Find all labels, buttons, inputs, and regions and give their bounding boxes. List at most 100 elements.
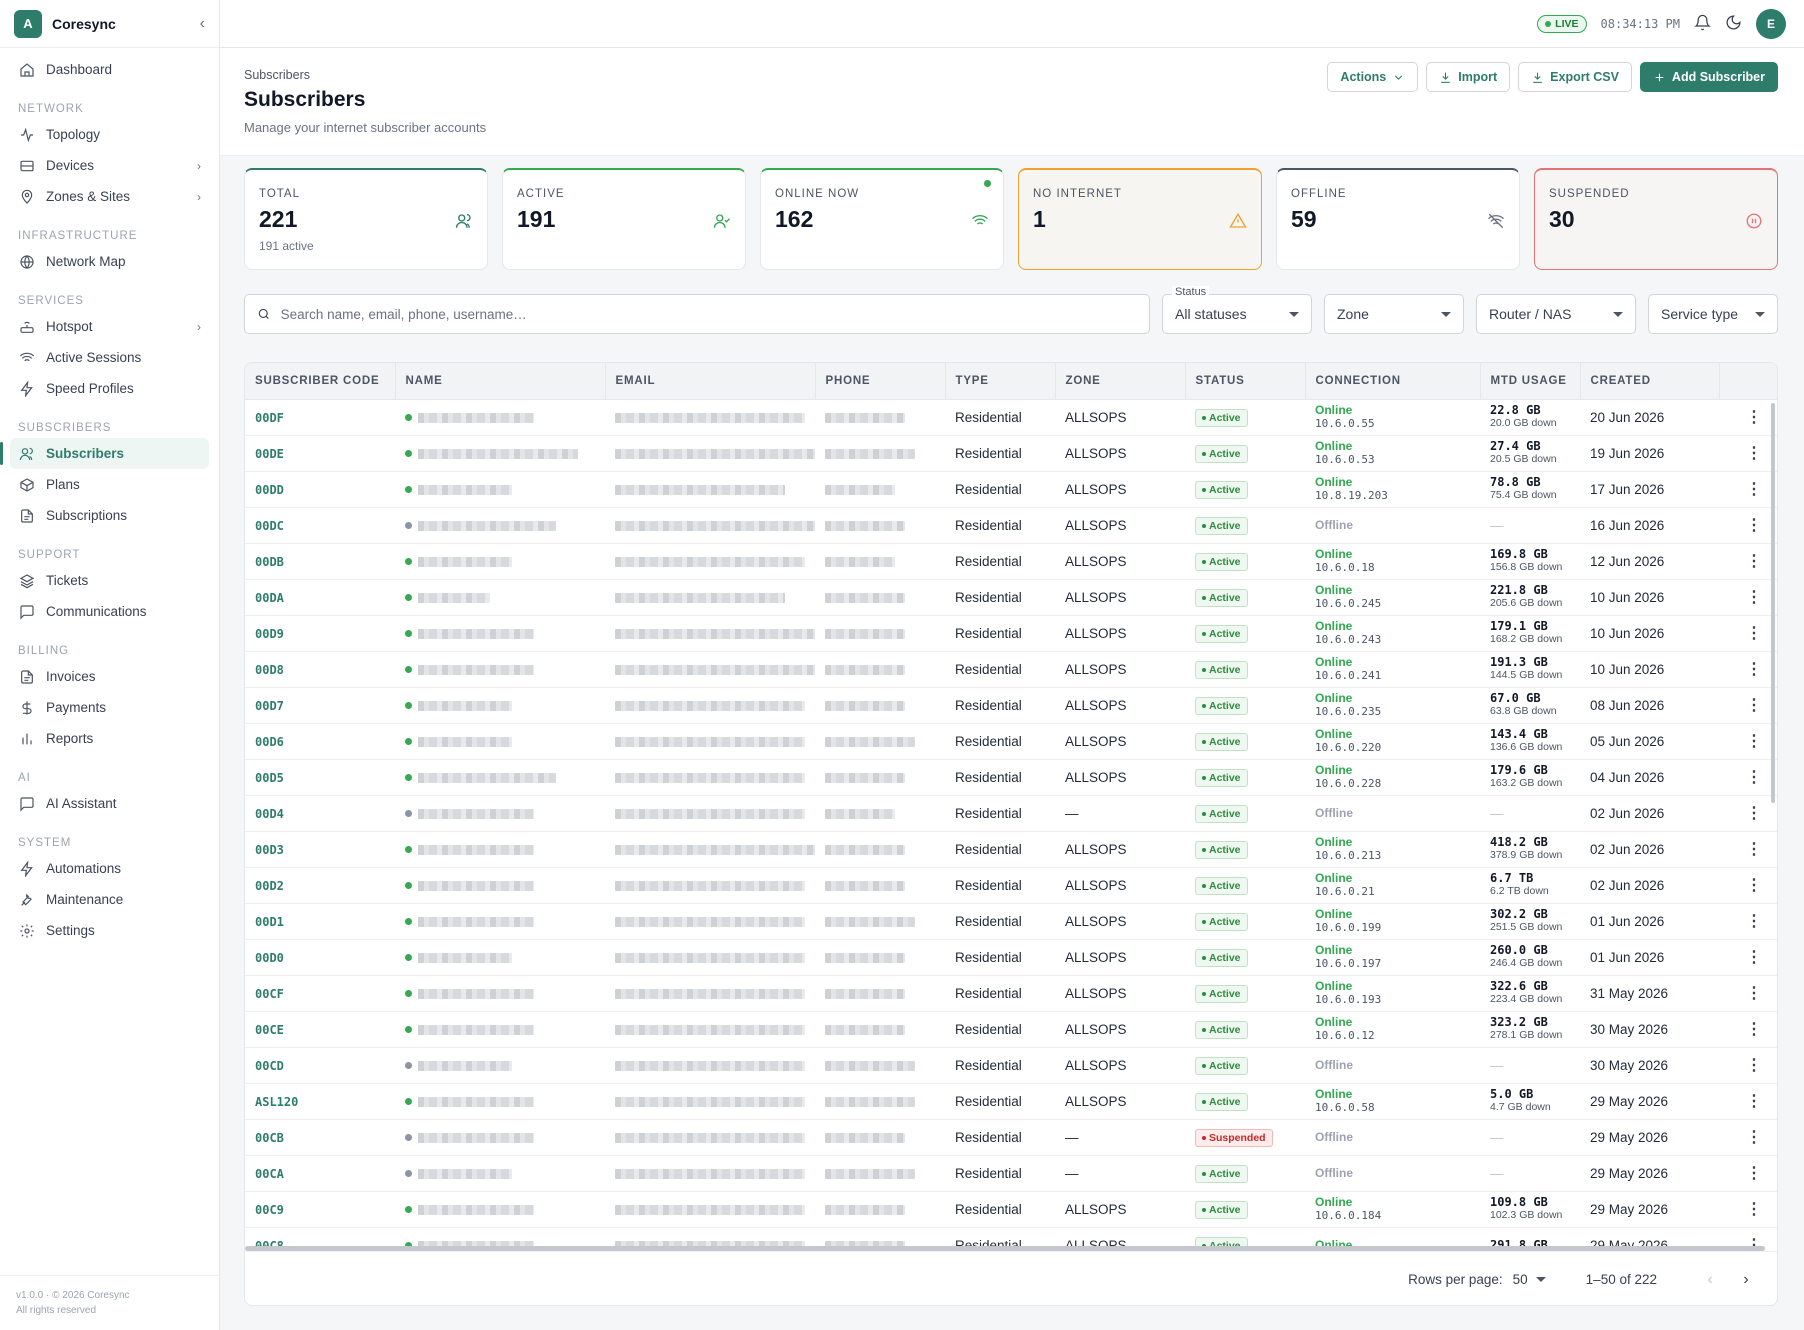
- export-csv-button[interactable]: Export CSV: [1518, 62, 1632, 92]
- moon-icon[interactable]: [1725, 14, 1742, 34]
- sidebar-item-topology[interactable]: Topology: [10, 119, 209, 150]
- column-header-subscriber-code[interactable]: SUBSCRIBER CODE: [245, 363, 396, 400]
- row-menu-icon[interactable]: ⋮: [1719, 903, 1777, 940]
- table-row[interactable]: 00CB Residential — Suspended Offline —29 May …: [245, 1119, 1777, 1156]
- stat-card-active[interactable]: ACTIVE 191: [502, 168, 746, 270]
- table-row[interactable]: 00D3 Residential ALLSOPS Active Online 10.6.0…: [245, 831, 1777, 868]
- stat-card-no-internet[interactable]: NO INTERNET 1: [1018, 168, 1262, 270]
- table-row[interactable]: 00CA Residential — Active Offline —29 May 202…: [245, 1155, 1777, 1192]
- row-menu-icon[interactable]: ⋮: [1719, 1119, 1777, 1156]
- column-header-type[interactable]: TYPE: [945, 363, 1056, 400]
- sidebar-item-devices[interactable]: Devices ›: [10, 150, 209, 181]
- row-menu-icon[interactable]: ⋮: [1719, 1155, 1777, 1192]
- subscriber-code-link[interactable]: 00D6: [255, 735, 284, 749]
- search-box[interactable]: [244, 294, 1150, 334]
- table-row[interactable]: 00D0 Residential ALLSOPS Active Online 10.6.0…: [245, 939, 1777, 976]
- row-menu-icon[interactable]: ⋮: [1719, 651, 1777, 688]
- status-select[interactable]: Status All statuses: [1162, 286, 1312, 334]
- sidebar-item-active-sessions[interactable]: Active Sessions: [10, 342, 209, 373]
- sidebar-item-network-map[interactable]: Network Map: [10, 246, 209, 277]
- row-menu-icon[interactable]: ⋮: [1719, 939, 1777, 976]
- collapse-sidebar-button[interactable]: ‹: [200, 15, 205, 33]
- sidebar-item-reports[interactable]: Reports: [10, 723, 209, 754]
- bell-icon[interactable]: [1694, 14, 1711, 34]
- import-button[interactable]: Import: [1426, 62, 1511, 92]
- subscriber-code-link[interactable]: 00D7: [255, 699, 284, 713]
- search-input[interactable]: [280, 306, 1137, 322]
- subscriber-code-link[interactable]: 00DB: [255, 555, 284, 569]
- stat-card-total[interactable]: TOTAL 221 191 active: [244, 168, 488, 270]
- row-menu-icon[interactable]: ⋮: [1719, 687, 1777, 724]
- table-row[interactable]: 00D7 Residential ALLSOPS Active Online 10.6.0…: [245, 687, 1777, 724]
- table-row[interactable]: 00DA Residential ALLSOPS Active Online 10.6.0…: [245, 579, 1777, 616]
- sidebar-item-ai-assistant[interactable]: AI Assistant: [10, 788, 209, 819]
- stat-card-suspended[interactable]: SUSPENDED 30: [1534, 168, 1778, 270]
- subscriber-code-link[interactable]: 00D1: [255, 915, 284, 929]
- row-menu-icon[interactable]: ⋮: [1719, 579, 1777, 616]
- table-row[interactable]: 00CD Residential ALLSOPS Active Offline — 30 M…: [245, 1047, 1777, 1084]
- subscriber-code-link[interactable]: 00CD: [255, 1059, 284, 1073]
- sidebar-item-zones-sites[interactable]: Zones & Sites ›: [10, 181, 209, 212]
- actions-button[interactable]: Actions: [1327, 62, 1419, 92]
- row-menu-icon[interactable]: ⋮: [1719, 723, 1777, 760]
- subscriber-code-link[interactable]: 00DF: [255, 411, 284, 425]
- column-header-email[interactable]: EMAIL: [605, 363, 816, 400]
- row-menu-icon[interactable]: ⋮: [1719, 471, 1777, 508]
- subscriber-code-link[interactable]: 00D0: [255, 951, 284, 965]
- table-row[interactable]: 00DC Residential ALLSOPS Active Offline — 16 J…: [245, 507, 1777, 544]
- sidebar-item-hotspot[interactable]: Hotspot ›: [10, 311, 209, 342]
- sidebar-item-subscribers[interactable]: Subscribers: [0, 438, 209, 469]
- row-menu-icon[interactable]: ⋮: [1719, 1083, 1777, 1120]
- add-subscriber-button[interactable]: Add Subscriber: [1639, 62, 1778, 92]
- subscriber-code-link[interactable]: 00DE: [255, 447, 284, 461]
- table-row[interactable]: 00D4 Residential — Active Offline —02 Jun 202…: [245, 795, 1777, 832]
- subscriber-code-link[interactable]: 00DA: [255, 591, 284, 605]
- subscriber-code-link[interactable]: 00DC: [255, 519, 284, 533]
- sidebar-item-automations[interactable]: Automations: [10, 853, 209, 884]
- subscriber-code-link[interactable]: 00C9: [255, 1203, 284, 1217]
- table-row[interactable]: 00CE Residential ALLSOPS Active Online 10.6.0…: [245, 1011, 1777, 1048]
- sidebar-item-settings[interactable]: Settings: [10, 915, 209, 946]
- sidebar-item-communications[interactable]: Communications: [10, 596, 209, 627]
- zone-select[interactable]: Zone: [1324, 294, 1464, 334]
- column-header-zone[interactable]: ZONE: [1055, 363, 1186, 400]
- sidebar-item-invoices[interactable]: Invoices: [10, 661, 209, 692]
- router-select[interactable]: Router / NAS: [1476, 294, 1636, 334]
- row-menu-icon[interactable]: ⋮: [1719, 399, 1777, 436]
- subscriber-code-link[interactable]: 00D5: [255, 771, 284, 785]
- table-row[interactable]: 00DF Residential ALLSOPS Active Online 10.6.0…: [245, 399, 1777, 436]
- row-menu-icon[interactable]: ⋮: [1719, 507, 1777, 544]
- row-menu-icon[interactable]: ⋮: [1719, 543, 1777, 580]
- row-menu-icon[interactable]: ⋮: [1719, 1047, 1777, 1084]
- row-menu-icon[interactable]: ⋮: [1719, 795, 1777, 832]
- row-menu-icon[interactable]: ⋮: [1719, 831, 1777, 868]
- subscriber-code-link[interactable]: 00DD: [255, 483, 284, 497]
- table-row[interactable]: 00D9 Residential ALLSOPS Active Online 10.6.0…: [245, 615, 1777, 652]
- table-row[interactable]: 00DD Residential ALLSOPS Active Online 10.8.1…: [245, 471, 1777, 508]
- row-menu-icon[interactable]: ⋮: [1719, 615, 1777, 652]
- column-header-phone[interactable]: PHONE: [815, 363, 946, 400]
- subscriber-code-link[interactable]: 00D2: [255, 879, 284, 893]
- next-page-button[interactable]: ›: [1733, 1267, 1759, 1293]
- sidebar-item-plans[interactable]: Plans: [10, 469, 209, 500]
- table-row[interactable]: 00DB Residential ALLSOPS Active Online 10.6.0…: [245, 543, 1777, 580]
- row-menu-icon[interactable]: ⋮: [1719, 759, 1777, 796]
- sidebar-item-payments[interactable]: Payments: [10, 692, 209, 723]
- service-type-select[interactable]: Service type: [1648, 294, 1778, 334]
- stat-card-online[interactable]: ONLINE NOW 162: [760, 168, 1004, 270]
- subscriber-code-link[interactable]: 00CE: [255, 1023, 284, 1037]
- column-header-mtd-usage[interactable]: MTD USAGE: [1480, 363, 1581, 400]
- row-menu-icon[interactable]: ⋮: [1719, 975, 1777, 1012]
- column-header-status[interactable]: STATUS: [1185, 363, 1306, 400]
- table-row[interactable]: 00CF Residential ALLSOPS Active Online 10.6.0…: [245, 975, 1777, 1012]
- sidebar-item-tickets[interactable]: Tickets: [10, 565, 209, 596]
- prev-page-button[interactable]: ‹: [1697, 1267, 1723, 1293]
- subscriber-code-link[interactable]: ASL120: [255, 1095, 298, 1109]
- table-row[interactable]: 00C9 Residential ALLSOPS Active Online 10.6.0…: [245, 1191, 1777, 1228]
- row-menu-icon[interactable]: ⋮: [1719, 435, 1777, 472]
- column-header-created[interactable]: CREATED: [1580, 363, 1720, 400]
- subscriber-code-link[interactable]: 00D8: [255, 663, 284, 677]
- table-row[interactable]: 00D2 Residential ALLSOPS Active Online 10.6.0…: [245, 867, 1777, 904]
- table-row[interactable]: 00D8 Residential ALLSOPS Active Online 10.6.0…: [245, 651, 1777, 688]
- sidebar-item-subscriptions[interactable]: Subscriptions: [10, 500, 209, 531]
